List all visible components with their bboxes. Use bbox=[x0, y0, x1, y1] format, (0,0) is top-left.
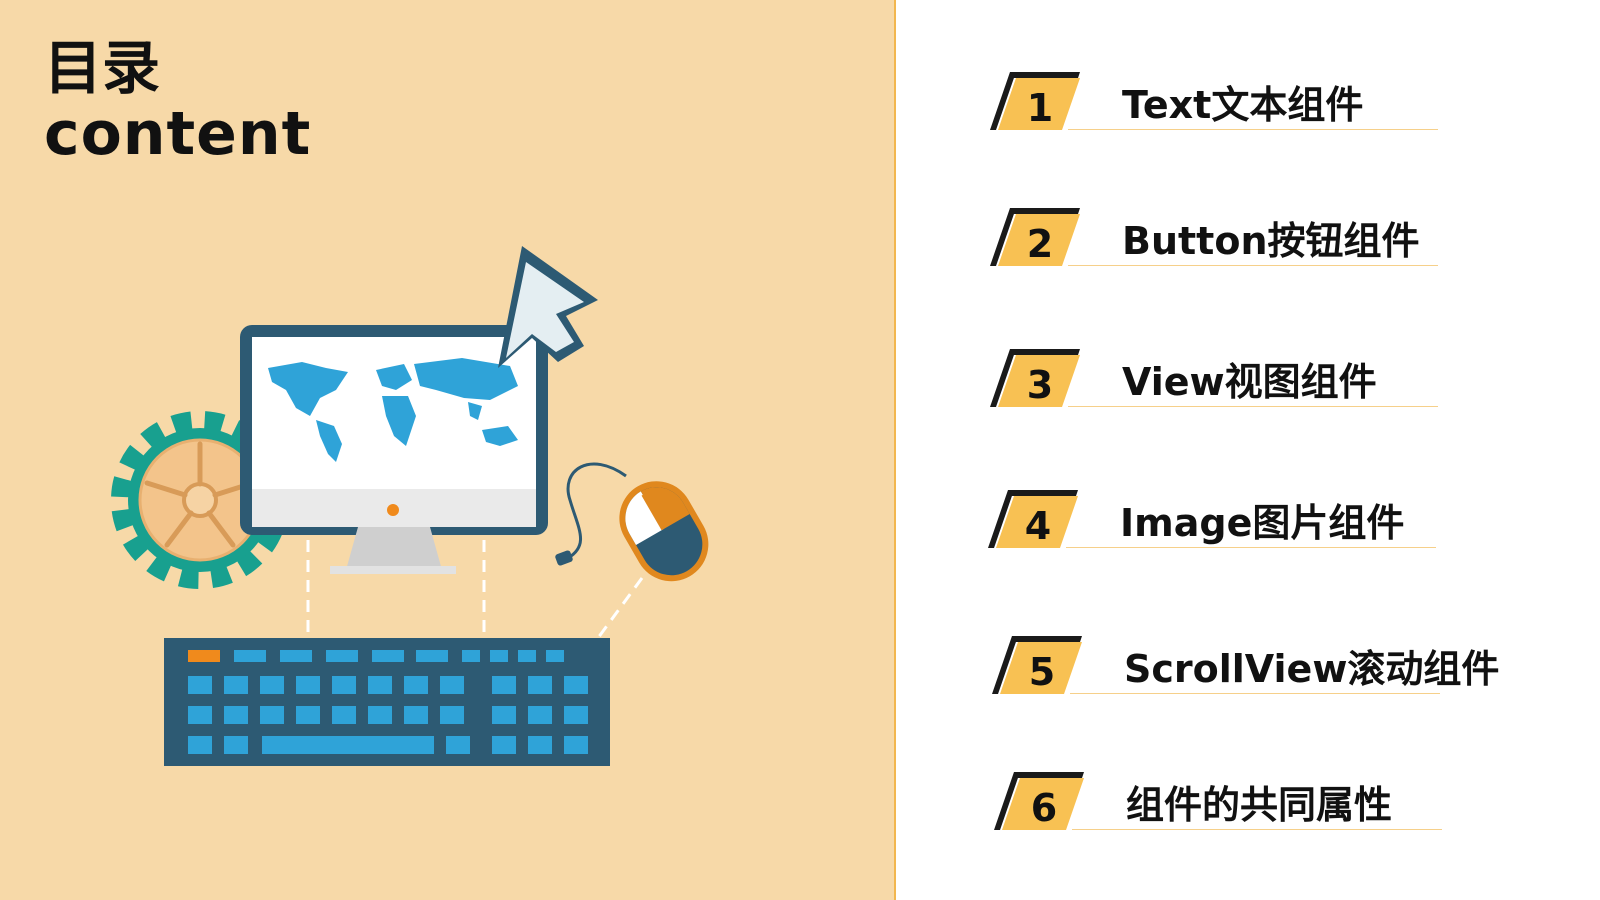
toc-label: ScrollView滚动组件 bbox=[1124, 647, 1500, 691]
toc-label: Image图片组件 bbox=[1120, 501, 1405, 545]
mouse-icon bbox=[555, 462, 709, 582]
toc-underline bbox=[1068, 265, 1438, 266]
toc-item[interactable]: 4 Image图片组件 bbox=[986, 490, 1600, 560]
title-english: content bbox=[44, 98, 312, 169]
toc-underline bbox=[1070, 693, 1440, 694]
title-chinese: 目录 bbox=[44, 34, 161, 102]
toc-item[interactable]: 6 组件的共同属性 bbox=[992, 772, 1600, 842]
cursor-icon bbox=[498, 246, 598, 368]
toc-number: 6 bbox=[1030, 786, 1058, 830]
toc-underline bbox=[1066, 547, 1436, 548]
toc-number: 2 bbox=[1026, 222, 1054, 266]
toc-underline bbox=[1068, 406, 1438, 407]
toc-underline bbox=[1072, 829, 1442, 830]
page-title: 目录 content bbox=[44, 36, 311, 168]
toc-item[interactable]: 5 ScrollView滚动组件 bbox=[990, 636, 1600, 706]
toc-label: View视图组件 bbox=[1122, 360, 1377, 404]
computer-illustration bbox=[111, 246, 709, 766]
toc-label: Button按钮组件 bbox=[1122, 219, 1420, 263]
toc-label: Text文本组件 bbox=[1122, 83, 1364, 127]
toc-label: 组件的共同属性 bbox=[1126, 783, 1393, 827]
toc-number: 4 bbox=[1024, 504, 1052, 548]
toc-item[interactable]: 1 Text文本组件 bbox=[988, 72, 1600, 142]
keyboard-icon bbox=[164, 638, 610, 766]
toc-number: 5 bbox=[1028, 650, 1056, 694]
toc-item[interactable]: 2 Button按钮组件 bbox=[988, 208, 1600, 278]
toc-item[interactable]: 3 View视图组件 bbox=[988, 349, 1600, 419]
left-panel: 目录 content bbox=[0, 0, 896, 900]
toc-number: 3 bbox=[1026, 363, 1054, 407]
toc-underline bbox=[1068, 129, 1438, 130]
toc-number: 1 bbox=[1026, 86, 1054, 130]
